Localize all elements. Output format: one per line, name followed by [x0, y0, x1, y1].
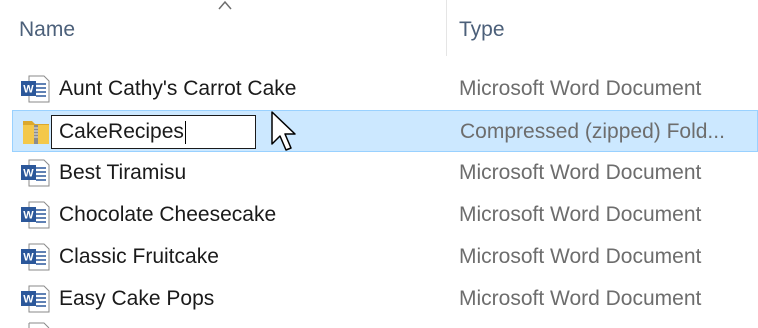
column-header-type[interactable]: Type: [459, 18, 505, 42]
word-document-icon: W: [21, 201, 50, 229]
mouse-pointer-icon: [271, 111, 296, 151]
file-name: Best Tiramisu: [59, 161, 187, 184]
svg-text:W: W: [23, 252, 34, 264]
file-type: Compressed (zipped) Fold...: [460, 120, 725, 143]
file-row-selected[interactable]: CakeRecipes Compressed (zipped) Fold...: [12, 110, 758, 152]
word-document-icon: [28, 322, 50, 328]
column-header-name[interactable]: Name: [19, 18, 75, 42]
zip-folder-icon: [23, 121, 49, 144]
word-document-icon: W: [21, 159, 50, 187]
column-header: Name Type: [0, 0, 758, 56]
word-document-icon: W: [21, 243, 50, 271]
file-row[interactable]: W Easy Cake Pops Microsoft Word Document: [12, 278, 758, 320]
svg-text:W: W: [23, 84, 34, 96]
column-divider[interactable]: [446, 0, 447, 56]
sort-ascending-icon[interactable]: [218, 0, 232, 10]
text-caret: [184, 120, 186, 144]
rename-input-text: CakeRecipes: [59, 120, 184, 143]
file-type: Microsoft Word Document: [459, 245, 702, 268]
svg-text:W: W: [23, 168, 34, 180]
file-type: Microsoft Word Document: [459, 203, 702, 226]
file-name: Easy Cake Pops: [59, 287, 215, 310]
file-type: Microsoft Word Document: [459, 161, 702, 184]
file-name: Classic Fruitcake: [59, 245, 219, 268]
svg-text:W: W: [23, 294, 34, 306]
file-row[interactable]: W Best Tiramisu Microsoft Word Document: [12, 152, 758, 194]
file-row[interactable]: W Classic Fruitcake Microsoft Word Docum…: [12, 236, 758, 278]
file-name: Chocolate Cheesecake: [59, 203, 277, 226]
file-row[interactable]: W Aunt Cathy's Carrot Cake Microsoft Wor…: [12, 68, 758, 110]
file-type: Microsoft Word Document: [459, 77, 702, 100]
rename-input[interactable]: CakeRecipes: [51, 115, 256, 149]
file-name: Aunt Cathy's Carrot Cake: [59, 77, 297, 100]
word-document-icon: W: [21, 75, 50, 103]
file-type: Microsoft Word Document: [459, 287, 702, 310]
word-document-icon: W: [21, 285, 50, 313]
file-row[interactable]: W Chocolate Cheesecake Microsoft Word Do…: [12, 194, 758, 236]
svg-text:W: W: [23, 210, 34, 222]
